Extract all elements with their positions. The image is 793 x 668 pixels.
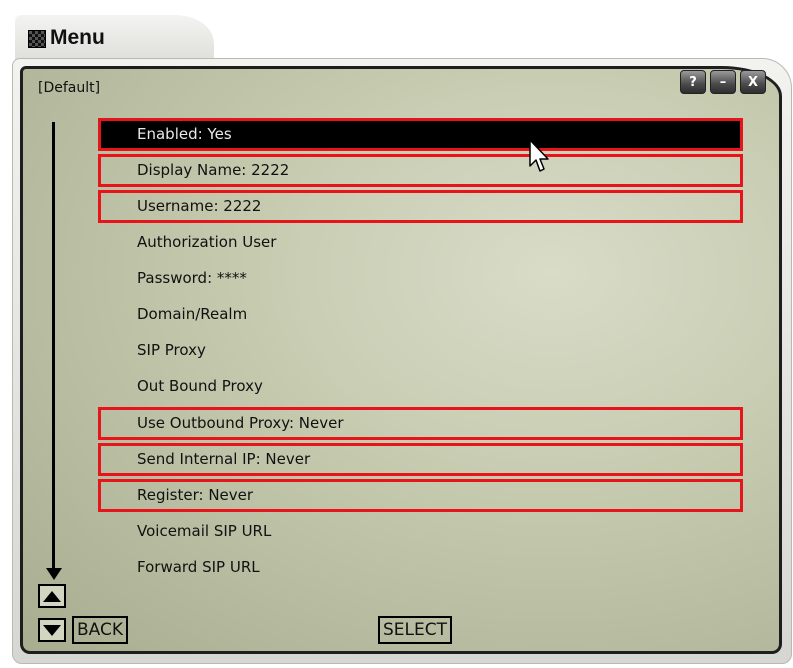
menu-item-authorization-user[interactable]: Authorization User — [98, 226, 743, 259]
scroll-up-button[interactable] — [38, 584, 66, 608]
select-button[interactable]: SELECT — [378, 616, 452, 644]
menu-item-enabled[interactable]: Enabled: Yes — [98, 118, 743, 151]
menu-item-domain-realm[interactable]: Domain/Realm — [98, 298, 743, 331]
menu-item-username[interactable]: Username: 2222 — [98, 190, 743, 223]
menu-item-password[interactable]: Password: **** — [98, 262, 743, 295]
menu-item-use-outbound-proxy[interactable]: Use Outbound Proxy: Never — [98, 407, 743, 440]
arrow-up-icon — [43, 590, 61, 602]
menu-item-send-internal-ip[interactable]: Send Internal IP: Never — [98, 443, 743, 476]
menu-item-forward-sip-url[interactable]: Forward SIP URL — [98, 551, 743, 584]
back-button[interactable]: BACK — [72, 616, 129, 644]
scroll-down-button[interactable] — [38, 618, 66, 642]
minimize-button[interactable]: – — [710, 70, 736, 94]
menu-item-sip-proxy[interactable]: SIP Proxy — [98, 334, 743, 367]
profile-label: [Default] — [38, 80, 101, 96]
arrow-down-icon — [43, 624, 61, 636]
window-title: Menu — [50, 26, 105, 49]
help-button[interactable]: ? — [680, 70, 706, 94]
menu-item-out-bound-proxy[interactable]: Out Bound Proxy — [98, 370, 743, 403]
menu-grid-icon — [28, 30, 46, 48]
close-button[interactable]: X — [740, 70, 766, 94]
mouse-pointer-icon — [529, 139, 549, 172]
scroll-down-arrow-icon — [52, 122, 55, 574]
scroll-arrow-head-icon — [46, 568, 62, 580]
menu-item-register[interactable]: Register: Never — [98, 479, 743, 512]
menu-item-voicemail-sip-url[interactable]: Voicemail SIP URL — [98, 515, 743, 548]
menu-item-display-name[interactable]: Display Name: 2222 — [98, 154, 743, 187]
